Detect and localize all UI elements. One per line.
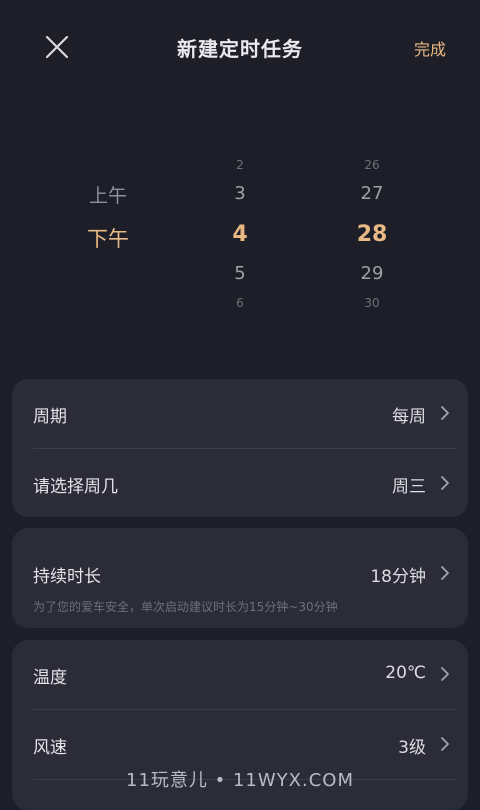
- chevron-right-icon: [441, 476, 449, 490]
- hour-option[interactable]: 3: [200, 183, 280, 204]
- temperature-value: 20℃: [385, 663, 426, 683]
- duration-card: 持续时长 18分钟 为了您的爱车安全，单次启动建议时长为15分钟~30分钟: [12, 528, 468, 628]
- weekday-value: 周三: [392, 477, 426, 497]
- temperature-row[interactable]: 温度 20℃: [12, 640, 468, 708]
- cycle-value: 每周: [392, 407, 426, 427]
- hour-option[interactable]: 2: [200, 158, 280, 172]
- time-picker[interactable]: 上午 下午 2 3 4 5 6 26 27 28 29 30: [0, 145, 480, 325]
- minute-option[interactable]: 29: [332, 263, 412, 284]
- page-title: 新建定时任务: [177, 37, 303, 61]
- watermark: 11玩意儿 • 11WYX.COM: [126, 770, 354, 791]
- ampm-option-am[interactable]: 上午: [68, 181, 148, 208]
- hour-wheel[interactable]: 2 3 4 5 6: [200, 145, 280, 325]
- duration-value: 18分钟: [370, 567, 426, 587]
- done-button[interactable]: 完成: [414, 36, 446, 60]
- chevron-right-icon: [441, 737, 449, 751]
- schedule-card: 周期 每周 请选择周几 周三: [12, 379, 468, 517]
- cycle-row[interactable]: 周期 每周: [12, 379, 468, 447]
- chevron-right-icon: [441, 667, 449, 681]
- hour-option[interactable]: 5: [200, 263, 280, 284]
- minute-option[interactable]: 26: [332, 158, 412, 172]
- fan-speed-label: 风速: [33, 738, 67, 758]
- fan-speed-value: 3级: [398, 738, 426, 758]
- minute-option[interactable]: 30: [332, 296, 412, 310]
- hour-option[interactable]: 6: [200, 296, 280, 310]
- minute-option-selected[interactable]: 28: [332, 222, 412, 247]
- chevron-right-icon: [441, 406, 449, 420]
- minute-wheel[interactable]: 26 27 28 29 30: [332, 145, 412, 325]
- ampm-option-pm-selected[interactable]: 下午: [68, 223, 148, 253]
- header-bar: 新建定时任务 完成: [0, 0, 480, 92]
- duration-hint: 为了您的爱车安全，单次启动建议时长为15分钟~30分钟: [33, 600, 338, 614]
- ampm-wheel[interactable]: 上午 下午: [68, 145, 148, 325]
- hour-option-selected[interactable]: 4: [200, 222, 280, 247]
- temperature-label: 温度: [33, 668, 67, 688]
- minute-option[interactable]: 27: [332, 183, 412, 204]
- duration-row[interactable]: 持续时长 18分钟 为了您的爱车安全，单次启动建议时长为15分钟~30分钟: [12, 540, 468, 628]
- duration-label: 持续时长: [33, 567, 101, 587]
- weekday-row[interactable]: 请选择周几 周三: [12, 449, 468, 517]
- chevron-right-icon: [441, 566, 449, 580]
- cycle-label: 周期: [33, 407, 67, 427]
- weekday-label: 请选择周几: [33, 477, 118, 497]
